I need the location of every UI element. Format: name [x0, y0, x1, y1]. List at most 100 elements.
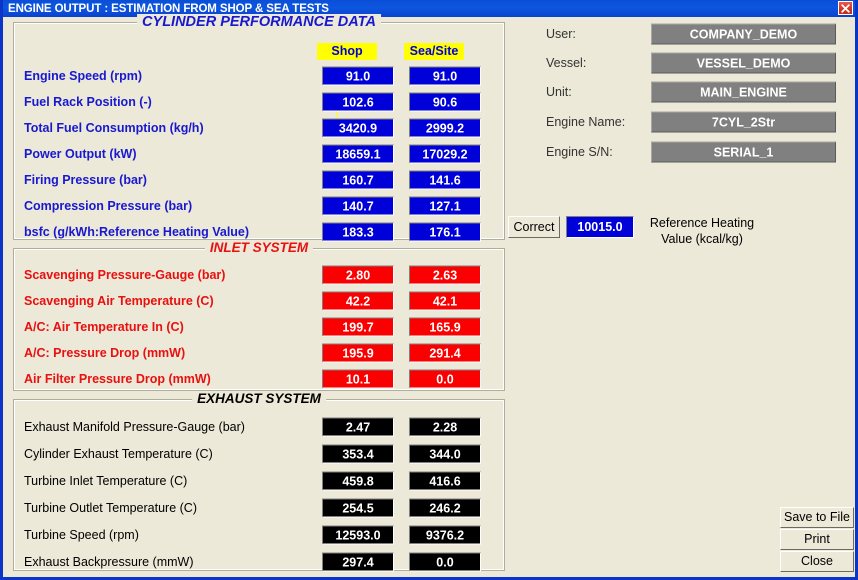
row-label: Scavenging Air Temperature (C): [24, 294, 214, 308]
shop-value-field[interactable]: 3420.9: [322, 118, 394, 138]
row-label: Cylinder Exhaust Temperature (C): [24, 447, 213, 461]
row-label: Exhaust Backpressure (mmW): [24, 555, 194, 569]
title-bar: ENGINE OUTPUT : ESTIMATION FROM SHOP & S…: [3, 0, 855, 17]
info-row-vessel: Vessel: VESSEL_DEMO: [511, 51, 855, 75]
cylinder-performance-group: CYLINDER PERFORMANCE DATA Engine Speed (…: [13, 14, 505, 242]
sea-value-field[interactable]: 176.1: [409, 222, 481, 242]
row-label: Turbine Outlet Temperature (C): [24, 501, 197, 515]
sea-value-field[interactable]: 141.6: [409, 170, 481, 190]
shop-value-field[interactable]: 102.6: [322, 92, 394, 112]
table-row: Engine Speed (rpm) 91.0 91.0: [14, 65, 504, 125]
sea-value-field[interactable]: 2999.2: [409, 118, 481, 138]
shop-value-field[interactable]: 254.5: [322, 498, 394, 518]
save-to-file-button[interactable]: Save to File: [780, 507, 854, 528]
shop-value-field[interactable]: 353.4: [322, 444, 394, 464]
shop-value-field[interactable]: 297.4: [322, 552, 394, 572]
row-label: Power Output (kW): [24, 147, 137, 161]
info-value: COMPANY_DEMO: [651, 23, 836, 45]
table-row: Firing Pressure (bar) 160.7 141.6: [14, 169, 504, 191]
window-title: ENGINE OUTPUT : ESTIMATION FROM SHOP & S…: [8, 2, 329, 15]
close-button[interactable]: Close: [780, 551, 854, 572]
exhaust-system-group: EXHAUST SYSTEM Exhaust Manifold Pressure…: [13, 391, 505, 573]
shop-value-field[interactable]: 140.7: [322, 196, 394, 216]
row-label: Compression Pressure (bar): [24, 199, 193, 213]
table-row: A/C: Pressure Drop (mmW) 195.9 291.4: [14, 342, 504, 364]
table-row: Air Filter Pressure Drop (mmW) 10.1 0.0: [14, 368, 504, 390]
row-label: Total Fuel Consumption (kg/h): [24, 121, 204, 135]
inlet-system-title: INLET SYSTEM: [204, 240, 314, 255]
reference-heating-value-label: Reference Heating Value (kcal/kg): [640, 212, 764, 250]
info-label: User:: [546, 27, 576, 41]
row-label: Turbine Speed (rpm): [24, 528, 139, 542]
shop-value-field[interactable]: 12593.0: [322, 525, 394, 545]
engine-info-panel: User: COMPANY_DEMO Vessel: VESSEL_DEMO U…: [511, 22, 855, 192]
table-row: Turbine Outlet Temperature (C) 254.5 246…: [14, 497, 504, 519]
exhaust-system-title: EXHAUST SYSTEM: [192, 391, 326, 406]
info-value: VESSEL_DEMO: [651, 52, 836, 74]
table-row: Exhaust Manifold Pressure-Gauge (bar) 2.…: [14, 416, 504, 438]
shop-value-field[interactable]: 42.2: [322, 291, 394, 311]
table-row: Fuel Rack Position (-) 102.6 90.6: [14, 91, 504, 113]
sea-value-field[interactable]: 246.2: [409, 498, 481, 518]
sea-value-field[interactable]: 416.6: [409, 471, 481, 491]
inlet-system-group: INLET SYSTEM Scavenging Pressure-Gauge (…: [13, 240, 505, 391]
info-label: Unit:: [546, 85, 572, 99]
shop-value-field[interactable]: 10.1: [322, 369, 394, 389]
reference-heating-value-field[interactable]: 10015.0: [566, 216, 634, 238]
table-row: A/C: Air Temperature In (C) 199.7 165.9: [14, 316, 504, 338]
table-row: Compression Pressure (bar) 140.7 127.1: [14, 195, 504, 217]
sea-value-field[interactable]: 127.1: [409, 196, 481, 216]
row-label: Air Filter Pressure Drop (mmW): [24, 372, 211, 386]
table-row: Turbine Inlet Temperature (C) 459.8 416.…: [14, 470, 504, 492]
info-value: MAIN_ENGINE: [651, 81, 836, 103]
engine-output-window: ENGINE OUTPUT : ESTIMATION FROM SHOP & S…: [0, 0, 858, 580]
sea-value-field[interactable]: 9376.2: [409, 525, 481, 545]
sea-value-field[interactable]: 291.4: [409, 343, 481, 363]
table-row: Cylinder Exhaust Temperature (C) 353.4 3…: [14, 443, 504, 465]
row-label: Engine Speed (rpm): [24, 69, 143, 83]
info-row-engine-sn: Engine S/N: SERIAL_1: [511, 140, 855, 164]
sea-value-field[interactable]: 2.28: [409, 417, 481, 437]
correct-button[interactable]: Correct: [508, 216, 560, 238]
sea-value-field[interactable]: 0.0: [409, 552, 481, 572]
sea-value-field[interactable]: 42.1: [409, 291, 481, 311]
close-icon[interactable]: [838, 1, 853, 15]
sea-value-field[interactable]: 91.0: [409, 66, 481, 86]
shop-value-field[interactable]: 160.7: [322, 170, 394, 190]
shop-value-field[interactable]: 459.8: [322, 471, 394, 491]
shop-value-field[interactable]: 91.0: [322, 66, 394, 86]
shop-value-field[interactable]: 2.47: [322, 417, 394, 437]
row-label: Firing Pressure (bar): [24, 173, 147, 187]
info-row-unit: Unit: MAIN_ENGINE: [511, 80, 855, 104]
row-label: A/C: Pressure Drop (mmW): [24, 346, 186, 360]
table-row: Exhaust Backpressure (mmW) 297.4 0.0: [14, 551, 504, 573]
sea-value-field[interactable]: 2.63: [409, 265, 481, 285]
shop-value-field[interactable]: 199.7: [322, 317, 394, 337]
table-row: Total Fuel Consumption (kg/h) 3420.9 299…: [14, 117, 504, 139]
shop-value-field[interactable]: 183.3: [322, 222, 394, 242]
shop-value-field[interactable]: 195.9: [322, 343, 394, 363]
sea-value-field[interactable]: 344.0: [409, 444, 481, 464]
info-value: 7CYL_2Str: [651, 111, 836, 133]
cylinder-performance-title: CYLINDER PERFORMANCE DATA: [137, 14, 381, 30]
table-row: Power Output (kW) 18659.1 17029.2: [14, 143, 504, 165]
sea-value-field[interactable]: 90.6: [409, 92, 481, 112]
row-label: Scavenging Pressure-Gauge (bar): [24, 268, 226, 282]
table-row: Scavenging Pressure-Gauge (bar) 2.80 2.6…: [14, 264, 504, 286]
row-label: Fuel Rack Position (-): [24, 95, 152, 109]
row-label: Turbine Inlet Temperature (C): [24, 474, 188, 488]
print-button[interactable]: Print: [780, 529, 854, 550]
table-row: Scavenging Air Temperature (C) 42.2 42.1: [14, 290, 504, 312]
shop-value-field[interactable]: 2.80: [322, 265, 394, 285]
info-label: Engine S/N:: [546, 145, 613, 159]
info-row-engine-name: Engine Name: 7CYL_2Str: [511, 110, 855, 134]
sea-value-field[interactable]: 0.0: [409, 369, 481, 389]
info-value: SERIAL_1: [651, 141, 836, 163]
info-label: Vessel:: [546, 56, 587, 70]
row-label: A/C: Air Temperature In (C): [24, 320, 184, 334]
row-label: bsfc (g/kWh:Reference Heating Value): [24, 225, 250, 239]
shop-value-field[interactable]: 18659.1: [322, 144, 394, 164]
sea-value-field[interactable]: 17029.2: [409, 144, 481, 164]
sea-value-field[interactable]: 165.9: [409, 317, 481, 337]
row-label: Exhaust Manifold Pressure-Gauge (bar): [24, 420, 245, 434]
